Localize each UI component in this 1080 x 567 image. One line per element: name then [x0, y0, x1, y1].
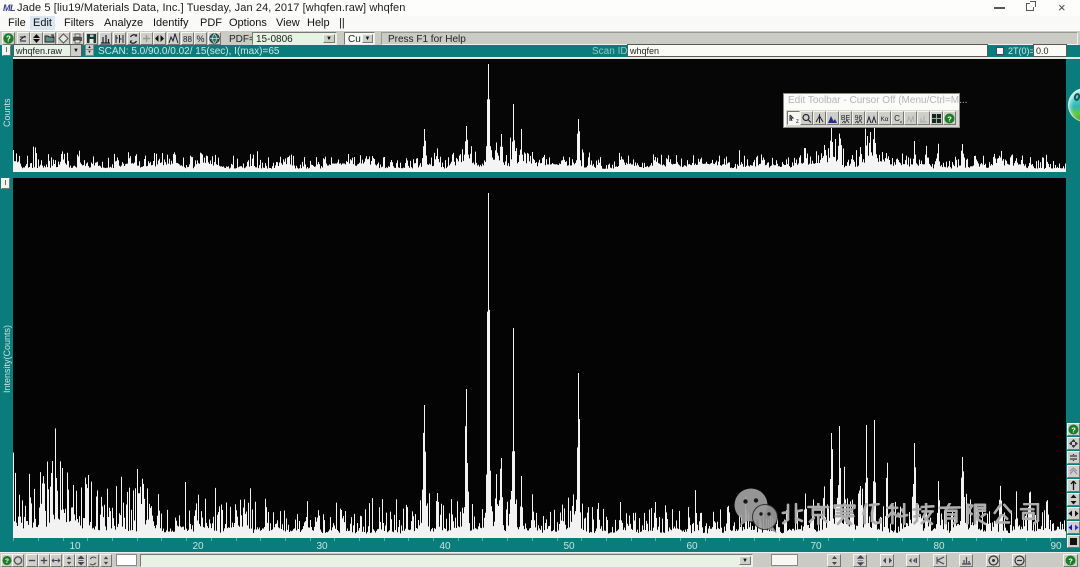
svg-text:96: 96: [855, 115, 863, 122]
svg-text:?: ?: [6, 35, 11, 44]
svg-text:88: 88: [183, 35, 192, 44]
svg-text:%: %: [196, 34, 204, 44]
svg-text:?: ?: [947, 114, 952, 123]
svg-text:?: ?: [1071, 425, 1076, 434]
svg-text:Kα: Kα: [880, 116, 888, 123]
svg-text:BE: BE: [841, 115, 851, 122]
svg-text:?: ?: [5, 558, 9, 565]
svg-text:C: C: [894, 114, 900, 123]
svg-text:?: ?: [1068, 556, 1073, 565]
svg-text:z: z: [796, 119, 799, 124]
